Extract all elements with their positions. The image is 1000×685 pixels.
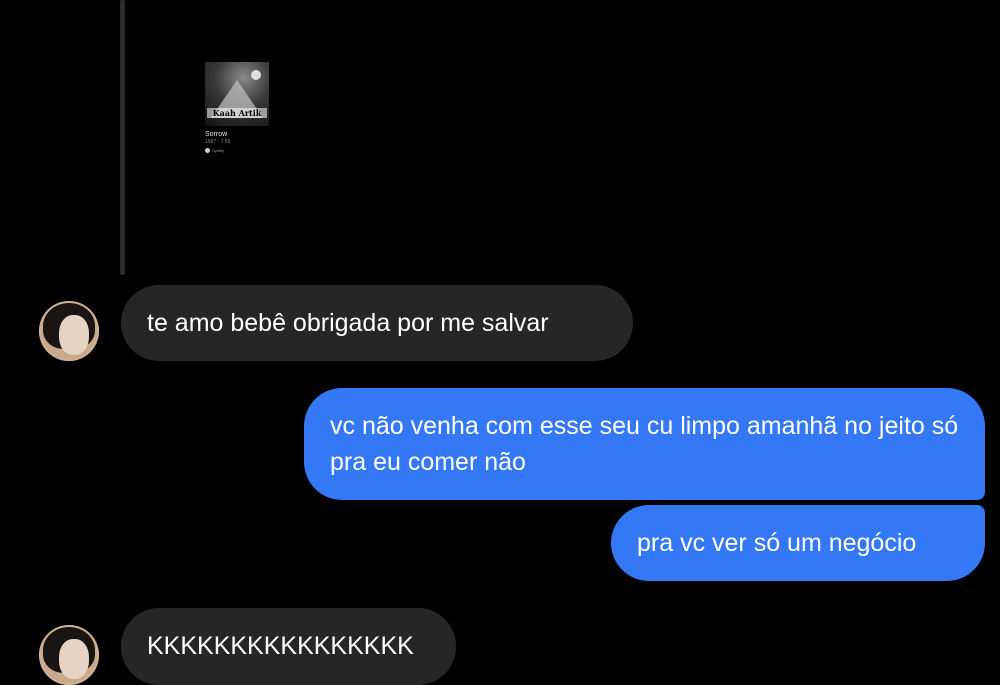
contact-avatar[interactable] — [39, 625, 99, 685]
provider-row: Spotify — [205, 148, 275, 153]
song-title: Sorrow — [205, 131, 228, 138]
song-subtitle: 1997 · 7:59 — [205, 139, 231, 145]
received-message-bubble[interactable]: KKKKKKKKKKKKKKKK — [121, 608, 456, 685]
provider-name: Spotify — [212, 148, 225, 153]
avatar-face — [59, 315, 89, 355]
album-moon-shape — [251, 70, 261, 80]
avatar-face — [59, 639, 89, 679]
album-logo: Kaah Artik — [207, 108, 267, 118]
sent-message-bubble[interactable]: pra vc ver só um negócio — [611, 505, 985, 581]
contact-avatar[interactable] — [39, 301, 99, 361]
spotify-icon — [205, 148, 210, 153]
reply-thread-line — [120, 0, 125, 275]
sent-message-bubble[interactable]: vc não venha com esse seu cu limpo amanh… — [304, 388, 985, 500]
shared-music-card[interactable]: Kaah Artik Sorrow 1997 · 7:59 Spotify — [205, 62, 275, 153]
received-message-bubble[interactable]: te amo bebê obrigada por me salvar — [121, 285, 633, 361]
album-art-image[interactable]: Kaah Artik — [205, 62, 269, 126]
